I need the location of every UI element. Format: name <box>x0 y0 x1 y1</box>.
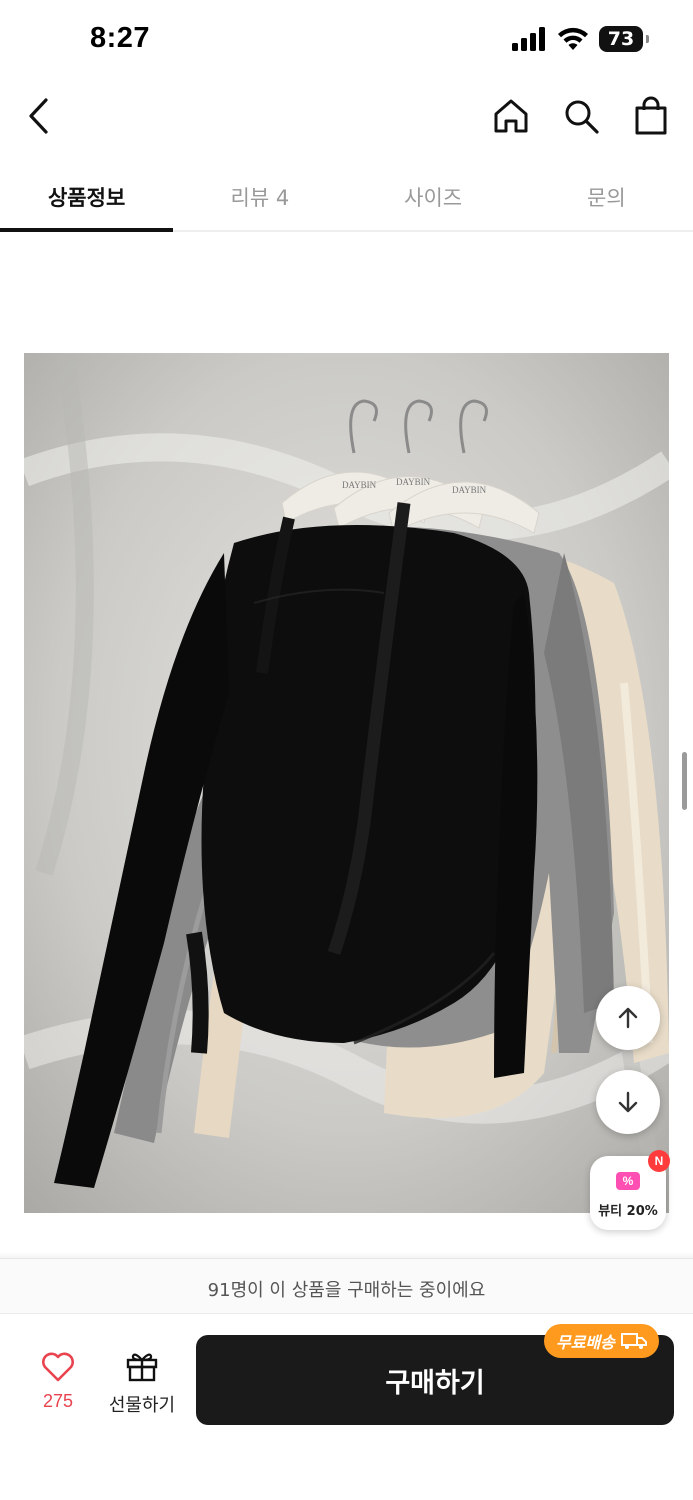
arrow-down-icon <box>618 1091 638 1113</box>
nav-actions <box>491 94 671 138</box>
home-button[interactable] <box>491 94 531 138</box>
shopping-bag-icon <box>635 96 667 135</box>
hanger-brand-text: DAYBIN <box>342 480 377 490</box>
product-illustration: DAYBIN DAYBIN DAYBIN <box>24 353 669 1213</box>
product-tabs: 상품정보 리뷰 4 사이즈 문의 <box>0 158 693 232</box>
home-icon <box>494 99 528 133</box>
tab-product-info[interactable]: 상품정보 <box>0 158 174 232</box>
svg-text:DAYBIN: DAYBIN <box>452 485 487 495</box>
wifi-icon <box>558 27 588 50</box>
scrollbar-thumb[interactable] <box>682 752 687 810</box>
like-count: 275 <box>42 1391 74 1411</box>
like-button[interactable]: 275 <box>22 1352 94 1418</box>
back-button[interactable] <box>20 94 60 138</box>
scroll-down-button[interactable] <box>596 1070 660 1134</box>
beauty-promo-label: 뷰티 20% <box>598 1204 658 1219</box>
free-shipping-label: 무료배송 <box>556 1333 615 1352</box>
coupon-icon: % <box>616 1172 640 1190</box>
gift-button[interactable]: 선물하기 <box>104 1350 180 1420</box>
search-icon <box>565 100 599 134</box>
free-shipping-badge: 무료배송 <box>544 1324 659 1358</box>
product-photo: DAYBIN DAYBIN DAYBIN <box>24 353 669 1213</box>
gift-label: 선물하기 <box>108 1395 176 1416</box>
gift-icon <box>126 1353 158 1382</box>
tab-size[interactable]: 사이즈 <box>347 158 520 230</box>
cart-button[interactable] <box>631 94 671 138</box>
tab-inquiry[interactable]: 문의 <box>520 158 693 230</box>
status-time: 8:27 <box>90 22 151 54</box>
arrow-up-icon <box>618 1007 638 1029</box>
truck-icon <box>620 1333 647 1349</box>
battery-icon: 73 <box>599 26 649 52</box>
battery-level: 73 <box>607 28 635 50</box>
new-badge: N <box>648 1150 670 1172</box>
svg-text:DAYBIN: DAYBIN <box>396 477 431 487</box>
chevron-left-icon <box>29 98 48 134</box>
top-nav-bar <box>0 80 693 152</box>
signal-icon <box>512 27 545 51</box>
tab-reviews[interactable]: 리뷰 4 <box>173 158 346 230</box>
scroll-up-button[interactable] <box>596 986 660 1050</box>
status-bar: 8:27 73 <box>0 0 693 80</box>
status-indicators: 73 <box>511 26 649 52</box>
search-button[interactable] <box>561 94 601 138</box>
buyers-notice: 91명이 이 상품을 구매하는 중이에요 <box>0 1258 693 1314</box>
heart-icon <box>42 1352 74 1382</box>
